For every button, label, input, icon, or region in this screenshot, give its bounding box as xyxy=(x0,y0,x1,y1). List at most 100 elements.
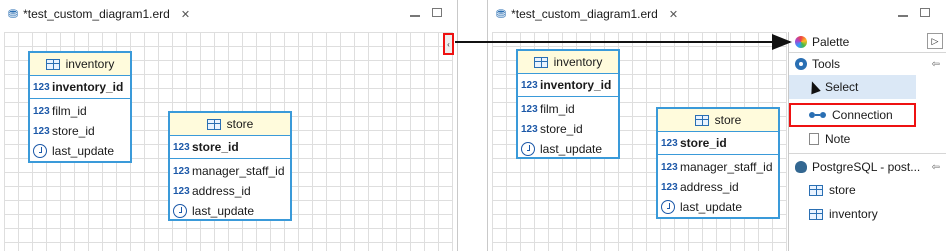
entity-attribute[interactable]: 123 film_id xyxy=(30,101,130,121)
palette-item-label: Connection xyxy=(832,108,893,122)
entity-title: store xyxy=(714,113,742,127)
numeric-type-icon: 123 xyxy=(661,181,678,193)
tab-title: *test_custom_diagram1.erd xyxy=(23,7,170,21)
diagram-canvas[interactable]: inventory 123 inventory_id 123 film_id 1… xyxy=(492,32,787,251)
minimize-button[interactable] xyxy=(898,13,908,17)
editor-tab[interactable]: ⛃ *test_custom_diagram1.erd ✕ xyxy=(488,0,686,28)
entity-attribute[interactable]: last_update xyxy=(518,139,618,159)
palette-title: Palette xyxy=(812,35,850,49)
entity-title: inventory xyxy=(65,57,115,71)
erd-diagram-icon: ⛃ xyxy=(8,7,19,21)
palette-collapsed-handle[interactable]: ‹ xyxy=(443,33,454,55)
editor-pane-right: ⛃ *test_custom_diagram1.erd ✕ inventory … xyxy=(487,0,949,251)
editor-pane-left: ⛃ *test_custom_diagram1.erd ✕ inventory … xyxy=(0,0,458,251)
entity-title: store xyxy=(226,117,254,131)
attribute-name: film_id xyxy=(52,104,87,118)
entity-attribute[interactable]: 123 store_id xyxy=(30,121,130,141)
numeric-type-icon: 123 xyxy=(521,103,538,115)
pk-column-name: store_id xyxy=(192,140,239,154)
gear-icon xyxy=(795,58,807,70)
connection-icon xyxy=(809,112,826,118)
postgresql-section-header[interactable]: PostgreSQL - post... ⇦ xyxy=(789,156,946,178)
close-tab-icon[interactable]: ✕ xyxy=(669,8,678,21)
palette-icon xyxy=(795,36,807,48)
table-icon xyxy=(809,208,823,220)
tools-section-label: Tools xyxy=(812,57,841,71)
entity-title: inventory xyxy=(553,55,603,69)
postgresql-icon xyxy=(795,161,807,173)
attribute-name: manager_staff_id xyxy=(192,164,285,178)
close-tab-icon[interactable]: ✕ xyxy=(181,8,190,21)
tools-section-header[interactable]: Tools ⇦ xyxy=(789,53,946,75)
numeric-type-icon: 123 xyxy=(33,105,50,117)
entity-store[interactable]: store 123 store_id 123 manager_staff_id … xyxy=(656,107,780,219)
numeric-type-icon: 123 xyxy=(521,123,538,135)
numeric-type-icon: 123 xyxy=(661,161,678,173)
entity-attribute[interactable]: 123 address_id xyxy=(170,181,290,201)
palette-item-connection[interactable]: Connection xyxy=(789,103,916,127)
note-icon xyxy=(809,133,819,145)
attribute-name: film_id xyxy=(540,102,575,116)
entity-pk-row[interactable]: 123 inventory_id xyxy=(518,74,618,97)
entity-store[interactable]: store 123 store_id 123 manager_staff_id … xyxy=(168,111,292,221)
entity-attribute[interactable]: last_update xyxy=(170,201,290,221)
numeric-type-icon: 123 xyxy=(661,137,678,149)
pk-column-name: inventory_id xyxy=(540,78,612,92)
attribute-name: store_id xyxy=(540,122,583,136)
entity-header: inventory xyxy=(30,53,130,76)
palette-item-label: store xyxy=(829,183,856,197)
table-icon xyxy=(45,58,60,70)
numeric-type-icon: 123 xyxy=(173,165,190,177)
clock-icon xyxy=(661,200,675,214)
entity-pk-row[interactable]: 123 store_id xyxy=(658,132,778,155)
entity-attribute[interactable]: 123 film_id xyxy=(518,99,618,119)
numeric-type-icon: 123 xyxy=(173,185,190,197)
tab-title: *test_custom_diagram1.erd xyxy=(511,7,658,21)
palette-toggle-button[interactable]: ▷ xyxy=(927,33,943,49)
editor-tab[interactable]: ⛃ *test_custom_diagram1.erd ✕ xyxy=(0,0,198,28)
palette-item-table-store[interactable]: store xyxy=(789,178,946,202)
entity-pk-row[interactable]: 123 store_id xyxy=(170,136,290,159)
attribute-name: manager_staff_id xyxy=(680,160,773,174)
table-icon xyxy=(809,184,823,196)
db-section-label: PostgreSQL - post... xyxy=(812,160,921,174)
entity-attribute[interactable]: last_update xyxy=(658,197,778,217)
numeric-type-icon: 123 xyxy=(33,81,50,93)
clock-icon xyxy=(173,204,187,218)
diagram-canvas[interactable]: inventory 123 inventory_id 123 film_id 1… xyxy=(4,32,453,251)
palette-item-select[interactable]: Select xyxy=(789,75,916,99)
palette-item-label: Select xyxy=(825,80,859,94)
entity-attribute[interactable]: 123 address_id xyxy=(658,177,778,197)
maximize-button[interactable] xyxy=(432,8,442,17)
editor-tabbar: ⛃ *test_custom_diagram1.erd ✕ xyxy=(0,0,457,29)
palette-item-table-inventory[interactable]: inventory xyxy=(789,202,946,226)
entity-attribute[interactable]: 123 manager_staff_id xyxy=(658,157,778,177)
entity-inventory[interactable]: inventory 123 inventory_id 123 film_id 1… xyxy=(28,51,132,163)
palette-item-label: inventory xyxy=(829,207,878,221)
entity-attribute[interactable]: last_update xyxy=(30,141,130,161)
entity-header: store xyxy=(170,113,290,136)
entity-inventory[interactable]: inventory 123 inventory_id 123 film_id 1… xyxy=(516,49,620,159)
cursor-arrow-icon xyxy=(807,79,821,95)
table-icon xyxy=(694,114,709,126)
collapse-arrow-icon[interactable]: ⇦ xyxy=(932,59,940,70)
collapse-arrow-icon[interactable]: ⇦ xyxy=(932,162,940,173)
entity-attribute[interactable]: 123 store_id xyxy=(518,119,618,139)
maximize-button[interactable] xyxy=(920,8,930,17)
attribute-name: last_update xyxy=(540,142,603,156)
pk-column-name: inventory_id xyxy=(52,80,124,94)
entity-attribute[interactable]: 123 manager_staff_id xyxy=(170,161,290,181)
entity-pk-row[interactable]: 123 inventory_id xyxy=(30,76,130,99)
palette-header[interactable]: Palette ▷ xyxy=(789,32,946,53)
numeric-type-icon: 123 xyxy=(173,141,190,153)
entity-header: store xyxy=(658,109,778,132)
editor-tabbar: ⛃ *test_custom_diagram1.erd ✕ xyxy=(488,0,949,29)
palette-item-note[interactable]: Note xyxy=(789,127,946,151)
table-icon xyxy=(206,118,221,130)
entity-header: inventory xyxy=(518,51,618,74)
clock-icon xyxy=(521,142,535,156)
minimize-button[interactable] xyxy=(410,13,420,17)
table-icon xyxy=(533,56,548,68)
attribute-name: last_update xyxy=(192,204,255,218)
attribute-name: address_id xyxy=(192,184,251,198)
